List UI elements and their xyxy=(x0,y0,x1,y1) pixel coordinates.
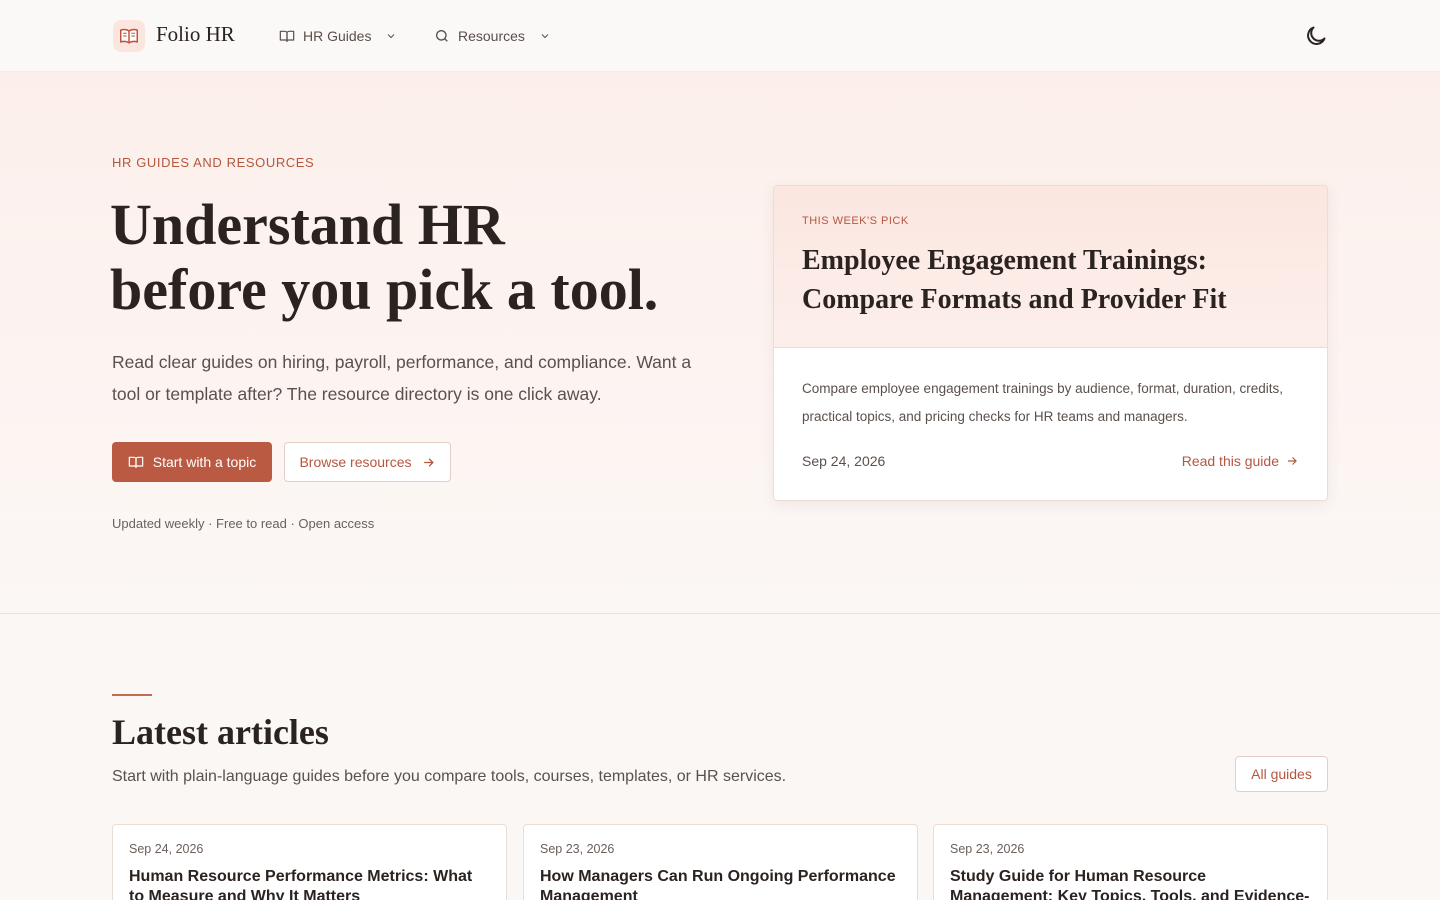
nav-resources[interactable]: Resources xyxy=(434,26,551,46)
article-title[interactable]: How Managers Can Run Ongoing Performance… xyxy=(540,867,900,900)
weekly-pick-description: Compare employee engagement trainings by… xyxy=(802,381,1284,424)
hero-title: Understand HR before you pick a tool. xyxy=(110,192,730,322)
article-title[interactable]: Human Resource Performance Metrics: What… xyxy=(129,867,489,900)
article-date: Sep 23, 2026 xyxy=(540,842,615,856)
nav-hr-guides-label: HR Guides xyxy=(303,28,372,44)
brand-name[interactable]: Folio HR xyxy=(156,22,235,47)
section-accent-rule xyxy=(112,694,152,696)
article-title[interactable]: Study Guide for Human Resource Managemen… xyxy=(950,867,1310,900)
hero-title-line-1: Understand HR xyxy=(110,192,505,257)
chevron-down-icon xyxy=(541,34,549,39)
latest-articles-title: Latest articles xyxy=(112,712,329,752)
browse-resources-button[interactable]: Browse resources xyxy=(284,442,451,482)
all-guides-button[interactable]: All guides xyxy=(1235,756,1328,792)
hero-description: Read clear guides on hiring, payroll, pe… xyxy=(112,352,692,404)
read-guide-link[interactable]: Read this guide xyxy=(1182,453,1299,469)
start-topic-button[interactable]: Start with a topic xyxy=(112,442,272,482)
read-guide-label: Read this guide xyxy=(1181,453,1279,469)
book-icon xyxy=(128,456,144,468)
logo[interactable] xyxy=(113,20,145,52)
article-card[interactable]: Sep 23, 2026 Study Guide for Human Resou… xyxy=(933,824,1328,900)
weekly-pick-header: THIS WEEK'S PICK Employee Engagement Tra… xyxy=(774,186,1327,348)
nav-resources-label: Resources xyxy=(458,28,525,44)
site-header: Folio HR HR Guides Resources xyxy=(0,0,1440,72)
open-book-icon xyxy=(120,28,138,44)
article-card[interactable]: Sep 24, 2026 Human Resource Performance … xyxy=(112,824,507,900)
moon-icon xyxy=(1307,26,1326,45)
weekly-pick-card[interactable]: THIS WEEK'S PICK Employee Engagement Tra… xyxy=(773,185,1328,501)
browse-resources-label: Browse resources xyxy=(299,454,412,470)
arrow-right-icon xyxy=(423,457,434,467)
article-date: Sep 24, 2026 xyxy=(129,842,204,856)
search-icon xyxy=(436,30,448,42)
hero-section: HR GUIDES AND RESOURCES Understand HR be… xyxy=(0,72,1440,614)
chevron-down-icon xyxy=(388,34,395,39)
weekly-pick-eyebrow: THIS WEEK'S PICK xyxy=(802,215,909,227)
weekly-pick-date: Sep 24, 2026 xyxy=(802,453,886,469)
theme-toggle-button[interactable] xyxy=(1303,23,1329,49)
latest-articles-description: Start with plain-language guides before … xyxy=(112,768,787,785)
article-date: Sep 23, 2026 xyxy=(950,842,1025,856)
arrow-right-icon xyxy=(1287,457,1297,465)
weekly-pick-title[interactable]: Employee Engagement Trainings: Compare F… xyxy=(802,241,1312,319)
article-card[interactable]: Sep 23, 2026 How Managers Can Run Ongoin… xyxy=(523,824,918,900)
hero-meta: Updated weekly · Free to read · Open acc… xyxy=(112,516,375,531)
hero-eyebrow: HR GUIDES AND RESOURCES xyxy=(112,155,315,170)
hero-title-line-2: before you pick a tool. xyxy=(110,257,659,322)
book-icon xyxy=(279,30,295,42)
nav-hr-guides[interactable]: HR Guides xyxy=(279,26,397,46)
start-topic-label: Start with a topic xyxy=(152,454,257,470)
